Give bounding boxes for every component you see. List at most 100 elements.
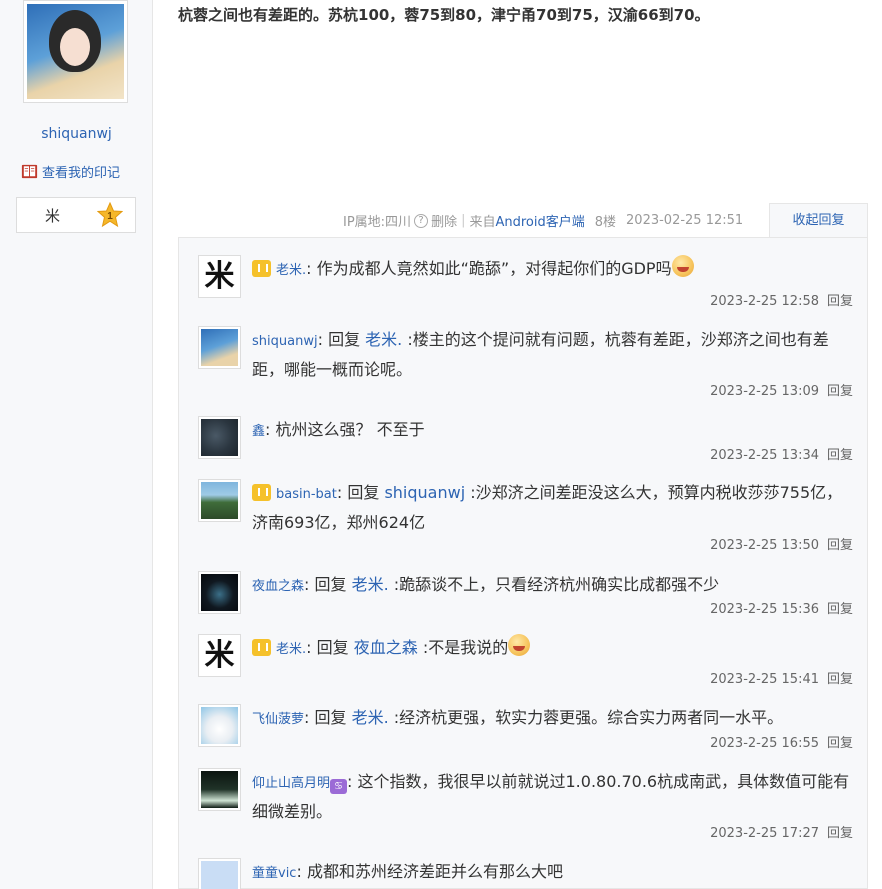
reply-body: 仰止山高月明 ♋: 这个指数，我很早以前就说过1.0.80.70.6杭成南武，具体…	[252, 768, 852, 826]
delete-link[interactable]: 删除	[431, 211, 457, 230]
reply-username[interactable]: 飞仙菠萝	[252, 712, 304, 727]
reply-time: 2023-2-25 12:58	[710, 294, 819, 309]
reply-meta: 2023-2-25 12:58 回复	[710, 290, 853, 309]
reply-username[interactable]: shiquanwj	[252, 334, 318, 349]
author-avatar[interactable]	[23, 0, 128, 103]
reply-body: 老米.: 回复 夜血之森 :不是我说的	[252, 634, 852, 664]
reply-avatar[interactable]	[198, 479, 241, 522]
reply-button[interactable]: 回复	[827, 384, 853, 399]
reply-button[interactable]: 回复	[827, 736, 853, 751]
avatar-image	[201, 419, 238, 456]
avatar-image	[201, 329, 238, 366]
reply-prefix: 回复	[328, 330, 366, 349]
reply-prefix: 回复	[314, 708, 352, 727]
avatar-image: 米	[201, 258, 238, 295]
source-label[interactable]: 来自Android客户端	[469, 215, 584, 230]
reply-list: 米老米.: 作为成都人竟然如此“跪舔”，对得起你们的GDP吗 2023-2-25 …	[178, 237, 868, 889]
reply-avatar[interactable]	[198, 326, 241, 369]
collapse-replies-button[interactable]: 收起回复	[769, 203, 868, 238]
reply-avatar[interactable]	[198, 858, 241, 889]
reply-item: 米老米.: 作为成都人竟然如此“跪舔”，对得起你们的GDP吗 2023-2-25 …	[198, 255, 853, 310]
author-name[interactable]: shiquanwj	[0, 126, 153, 142]
reply-time: 2023-2-25 16:55	[710, 736, 819, 751]
reply-username[interactable]: 童童vic	[252, 866, 296, 881]
reply-text: :经济杭更强，软实力蓉更强。综合实力两者同一水平。	[393, 708, 784, 727]
author-sidebar: shiquanwj 查看我的印记 米 1	[0, 0, 153, 889]
reply-time: 2023-2-25 15:41	[710, 672, 819, 687]
zodiac-icon: ♋	[330, 779, 348, 794]
reply-button[interactable]: 回复	[827, 448, 853, 463]
reply-body: 鑫: 杭州这么强？ 不至于	[252, 416, 852, 446]
reply-body: basin-bat: 回复 shiquanwj :沙郑济之间差距没这么大，预算内…	[252, 479, 852, 537]
reply-avatar[interactable]: 米	[198, 255, 241, 298]
reply-time: 2023-2-25 13:50	[710, 538, 819, 553]
reply-body: 飞仙菠萝: 回复 老米. :经济杭更强，软实力蓉更强。综合实力两者同一水平。	[252, 704, 852, 734]
colon: :	[347, 772, 358, 791]
reply-time: 2023-2-25 13:09	[710, 384, 819, 399]
floor-number: 8楼	[594, 215, 617, 230]
view-marks-link[interactable]: 查看我的印记	[20, 162, 120, 181]
reply-text: :不是我说的	[422, 638, 509, 657]
avatar-image	[201, 707, 238, 744]
badge-label: 米	[45, 207, 61, 225]
reply-target-user[interactable]: 老米.	[352, 575, 394, 594]
reply-prefix: 回复	[347, 483, 385, 502]
avatar-image	[201, 861, 238, 889]
reply-item: 飞仙菠萝: 回复 老米. :经济杭更强，软实力蓉更强。综合实力两者同一水平。 20…	[198, 704, 853, 752]
help-icon[interactable]: ?	[414, 213, 429, 228]
reply-username[interactable]: basin-bat	[276, 487, 337, 502]
reply-text: 成都和苏州经济差距并么有那么大吧	[306, 862, 563, 881]
reply-username[interactable]: 夜血之森	[252, 579, 304, 594]
level-badge[interactable]: 米 1	[16, 197, 136, 233]
reply-username[interactable]: 老米.	[276, 263, 306, 278]
reply-meta: 2023-2-25 13:50 回复	[710, 534, 853, 553]
reply-prefix: 回复	[314, 575, 352, 594]
reply-username[interactable]: 鑫	[252, 424, 265, 439]
reply-avatar[interactable]	[198, 416, 241, 459]
colon: :	[296, 862, 307, 881]
star-level-icon: 1	[97, 202, 123, 228]
colon: :	[304, 575, 315, 594]
book-icon	[21, 164, 38, 179]
reply-time: 2023-2-25 17:27	[710, 826, 819, 841]
reply-button[interactable]: 回复	[827, 672, 853, 687]
reply-username[interactable]: 老米.	[276, 642, 306, 657]
reply-button[interactable]: 回复	[827, 826, 853, 841]
reply-time: 2023-2-25 13:34	[710, 448, 819, 463]
client-source: 来自Android客户端	[469, 211, 584, 230]
reply-meta: 2023-2-25 17:27 回复	[710, 822, 853, 841]
reply-button[interactable]: 回复	[827, 294, 853, 309]
reply-target-user[interactable]: 老米.	[365, 330, 407, 349]
reply-avatar[interactable]	[198, 571, 241, 614]
reply-button[interactable]: 回复	[827, 538, 853, 553]
reply-text: 杭州这么强？ 不至于	[275, 420, 425, 439]
reply-avatar[interactable]: 米	[198, 634, 241, 677]
reply-body: 老米.: 作为成都人竟然如此“跪舔”，对得起你们的GDP吗	[252, 255, 852, 285]
reply-item: 鑫: 杭州这么强？ 不至于 2023-2-25 13:34 回复	[198, 416, 853, 464]
reply-target-user[interactable]: 老米.	[352, 708, 394, 727]
avatar-image	[201, 482, 238, 519]
reply-prefix: 回复	[316, 638, 354, 657]
reply-button[interactable]: 回复	[827, 602, 853, 617]
colon: :	[317, 330, 329, 349]
reply-body: 童童vic: 成都和苏州经济差距并么有那么大吧	[252, 858, 852, 888]
reply-meta: 2023-2-25 13:34 回复	[710, 444, 853, 463]
post-meta: IP属地:四川 ? 删除 | 来自Android客户端 8楼 2023-02-2…	[343, 211, 743, 230]
colon: :	[306, 259, 317, 278]
reply-meta: 2023-2-25 15:36 回复	[710, 598, 853, 617]
colon: :	[265, 420, 276, 439]
avatar-image	[201, 574, 238, 611]
colon: :	[306, 638, 317, 657]
reply-username[interactable]: 仰止山高月明	[252, 776, 330, 791]
reply-avatar[interactable]	[198, 768, 241, 811]
badge-level: 1	[107, 211, 113, 222]
vip-crown-icon	[252, 484, 271, 501]
reply-meta: 2023-2-25 13:09 回复	[710, 380, 853, 399]
reply-body: 夜血之森: 回复 老米. :跪舔谈不上，只看经济杭州确实比成都强不少	[252, 571, 852, 601]
reply-target-user[interactable]: 夜血之森	[354, 638, 423, 657]
smile-emoji-icon	[508, 634, 531, 656]
colon: :	[336, 483, 348, 502]
reply-target-user[interactable]: shiquanwj	[384, 483, 470, 502]
reply-avatar[interactable]	[198, 704, 241, 747]
avatar-image: 米	[201, 637, 238, 674]
